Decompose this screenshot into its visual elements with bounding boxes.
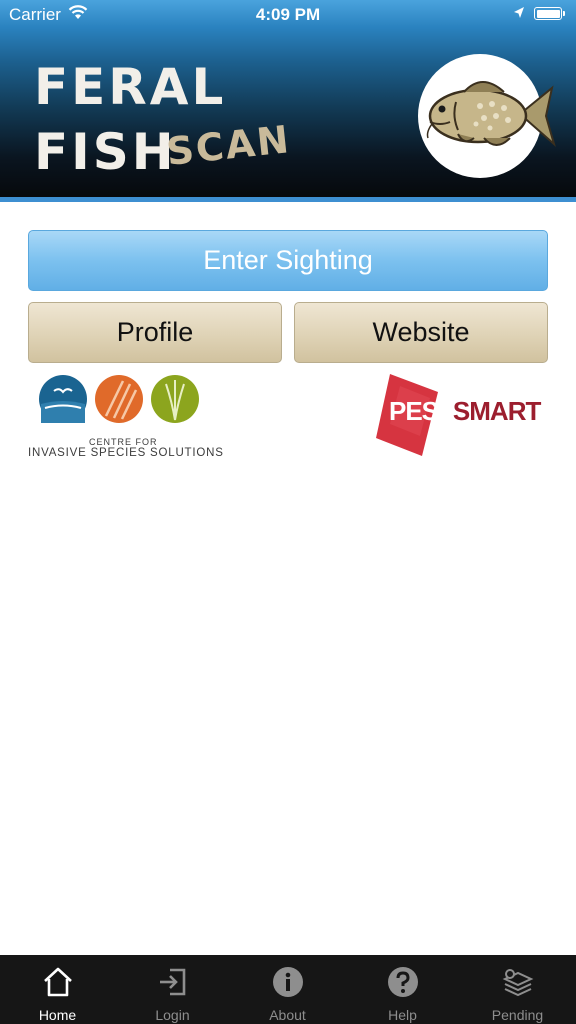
- tab-about[interactable]: About: [230, 955, 345, 1024]
- info-icon: [273, 967, 303, 997]
- logo-line-2: FISH: [34, 123, 177, 181]
- logo-line-1: FERAL: [34, 58, 226, 116]
- help-icon: [388, 967, 418, 997]
- tab-login[interactable]: Login: [115, 955, 230, 1024]
- feral-fish-scan-logo: FERAL FISH SCAN: [34, 58, 293, 181]
- app-header: Carrier 4:09 PM FERAL FISH SCAN: [0, 0, 576, 197]
- tab-login-label: Login: [155, 1007, 190, 1023]
- tab-bar: Home Login About Help Pending: [0, 955, 576, 1024]
- home-icon: [44, 967, 72, 997]
- cis-circles-icon: [39, 375, 199, 423]
- tab-home-label: Home: [38, 1007, 77, 1023]
- cis-logo: CENTRE FOR INVASIVE SPECIES SOLUTIONS: [28, 374, 223, 460]
- login-icon: [160, 968, 186, 996]
- status-time: 4:09 PM: [255, 5, 321, 24]
- tab-help[interactable]: Help: [345, 955, 460, 1024]
- battery-tip: [563, 11, 565, 16]
- pestsmart-part1: PEST: [389, 396, 454, 426]
- carp-logo: [418, 54, 556, 178]
- cis-label-line1: CENTRE FOR: [89, 437, 158, 447]
- header-divider: [0, 197, 576, 202]
- tab-help-label: Help: [388, 1007, 417, 1023]
- profile-button[interactable]: Profile: [28, 302, 282, 363]
- battery-icon: [534, 7, 562, 20]
- website-button[interactable]: Website: [294, 302, 548, 363]
- tab-pending-label: Pending: [491, 1007, 544, 1023]
- enter-sighting-button[interactable]: Enter Sighting: [28, 230, 548, 291]
- tab-pending[interactable]: Pending: [460, 955, 575, 1024]
- tab-about-label: About: [269, 1007, 306, 1023]
- tab-home[interactable]: Home: [0, 955, 115, 1024]
- logo-line-3: SCAN: [164, 117, 292, 174]
- pending-icon: [502, 969, 534, 997]
- pestsmart-logo: PESTSMART: [389, 396, 541, 427]
- cis-label-line2: INVASIVE SPECIES SOLUTIONS: [28, 447, 224, 459]
- pestsmart-part2: SMART: [452, 396, 541, 426]
- status-bar: Carrier 4:09 PM: [0, 0, 576, 30]
- location-arrow-icon: [514, 7, 524, 18]
